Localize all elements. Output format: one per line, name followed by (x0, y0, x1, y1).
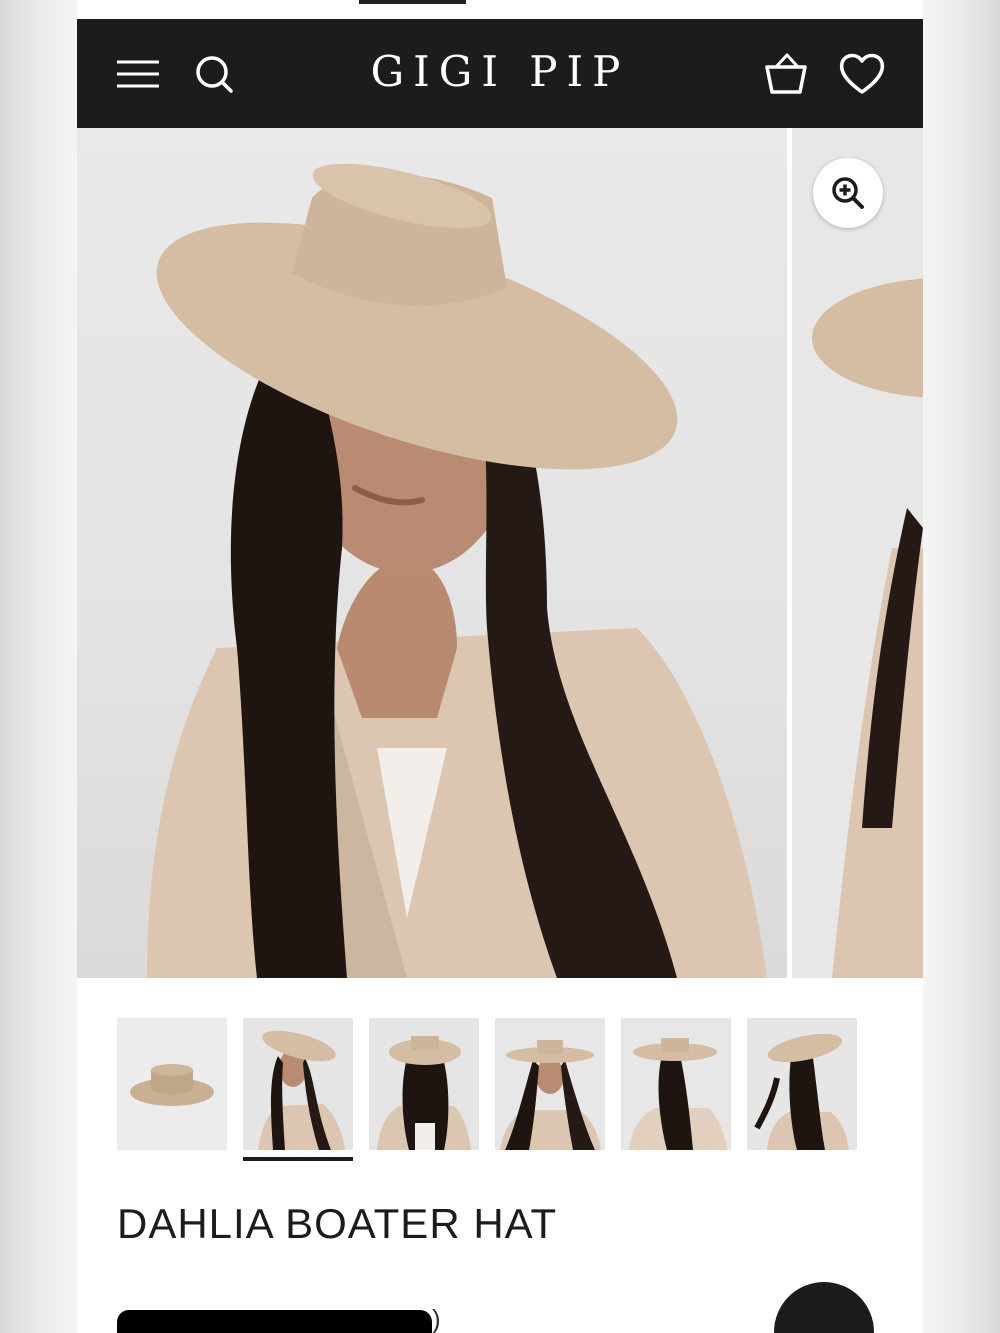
thumbnail-6[interactable] (747, 1018, 857, 1150)
product-main-image[interactable] (77, 128, 787, 978)
thumbnail-2[interactable] (243, 1018, 353, 1150)
zoom-in-icon (832, 177, 864, 209)
thumbnail-4[interactable] (495, 1018, 605, 1150)
basket-icon[interactable] (761, 49, 811, 99)
scroll-indicator (359, 0, 466, 4)
thumbnail-3[interactable] (369, 1018, 479, 1150)
product-page: GIGI PIP DAHLIA BOATER HAT) (77, 0, 923, 1333)
site-header: GIGI PIP (77, 19, 923, 128)
product-next-image-peek[interactable] (792, 128, 923, 978)
thumbnail-1[interactable] (117, 1018, 227, 1150)
chat-button[interactable] (774, 1282, 874, 1333)
product-title: DAHLIA BOATER HAT (117, 1200, 558, 1247)
thumbnail-strip (117, 1018, 877, 1168)
rating-stars[interactable] (117, 1310, 432, 1333)
product-gallery[interactable] (77, 128, 923, 978)
thumbnail-5[interactable] (621, 1018, 731, 1150)
zoom-button[interactable] (813, 158, 883, 228)
rating-count[interactable]: ) (432, 1304, 441, 1333)
heart-icon[interactable] (837, 49, 887, 99)
active-thumbnail-indicator (243, 1157, 353, 1161)
